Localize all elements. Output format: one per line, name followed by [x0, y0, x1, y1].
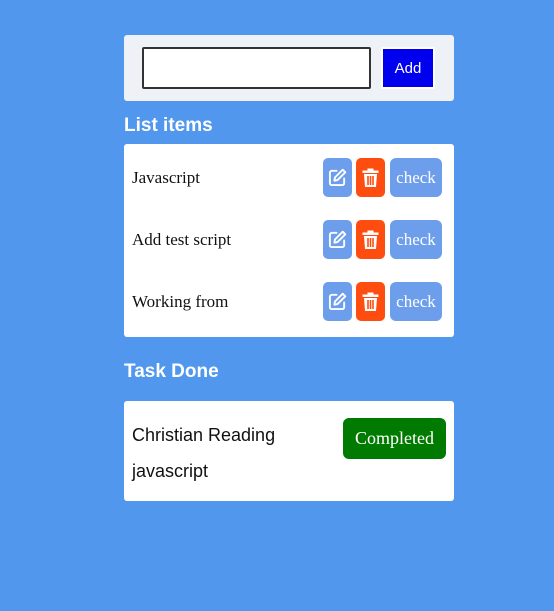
done-item-label: Christian Reading javascript	[132, 425, 276, 481]
delete-button[interactable]	[356, 220, 385, 259]
list-item: Add test script check	[132, 220, 442, 259]
check-button[interactable]: check	[390, 282, 442, 321]
task-done-heading: Task Done	[124, 361, 219, 382]
check-button[interactable]: check	[390, 220, 442, 259]
list-items-card: Javascript check Add test script check W…	[124, 144, 454, 337]
check-button[interactable]: check	[390, 158, 442, 197]
add-button[interactable]: Add	[381, 47, 435, 89]
trash-icon	[362, 168, 379, 187]
list-item: Javascript check	[132, 158, 442, 197]
edit-icon	[328, 168, 347, 187]
completed-button[interactable]: Completed	[343, 418, 446, 459]
list-items-heading: List items	[124, 115, 213, 136]
edit-button[interactable]	[323, 158, 352, 197]
list-item: Working from check	[132, 282, 442, 321]
trash-icon	[362, 292, 379, 311]
edit-button[interactable]	[323, 282, 352, 321]
task-input[interactable]	[142, 47, 371, 89]
delete-button[interactable]	[356, 158, 385, 197]
list-item-label: Working from	[132, 291, 229, 311]
trash-icon	[362, 230, 379, 249]
edit-icon	[328, 230, 347, 249]
edit-icon	[328, 292, 347, 311]
edit-button[interactable]	[323, 220, 352, 259]
todo-app: Add List items Javascript check Add test…	[124, 35, 454, 501]
list-item-label: Add test script	[132, 229, 232, 249]
delete-button[interactable]	[356, 282, 385, 321]
add-task-card: Add	[124, 35, 454, 101]
list-item-label: Javascript	[132, 167, 200, 187]
done-item: Christian Reading javascript Completed	[124, 401, 454, 501]
